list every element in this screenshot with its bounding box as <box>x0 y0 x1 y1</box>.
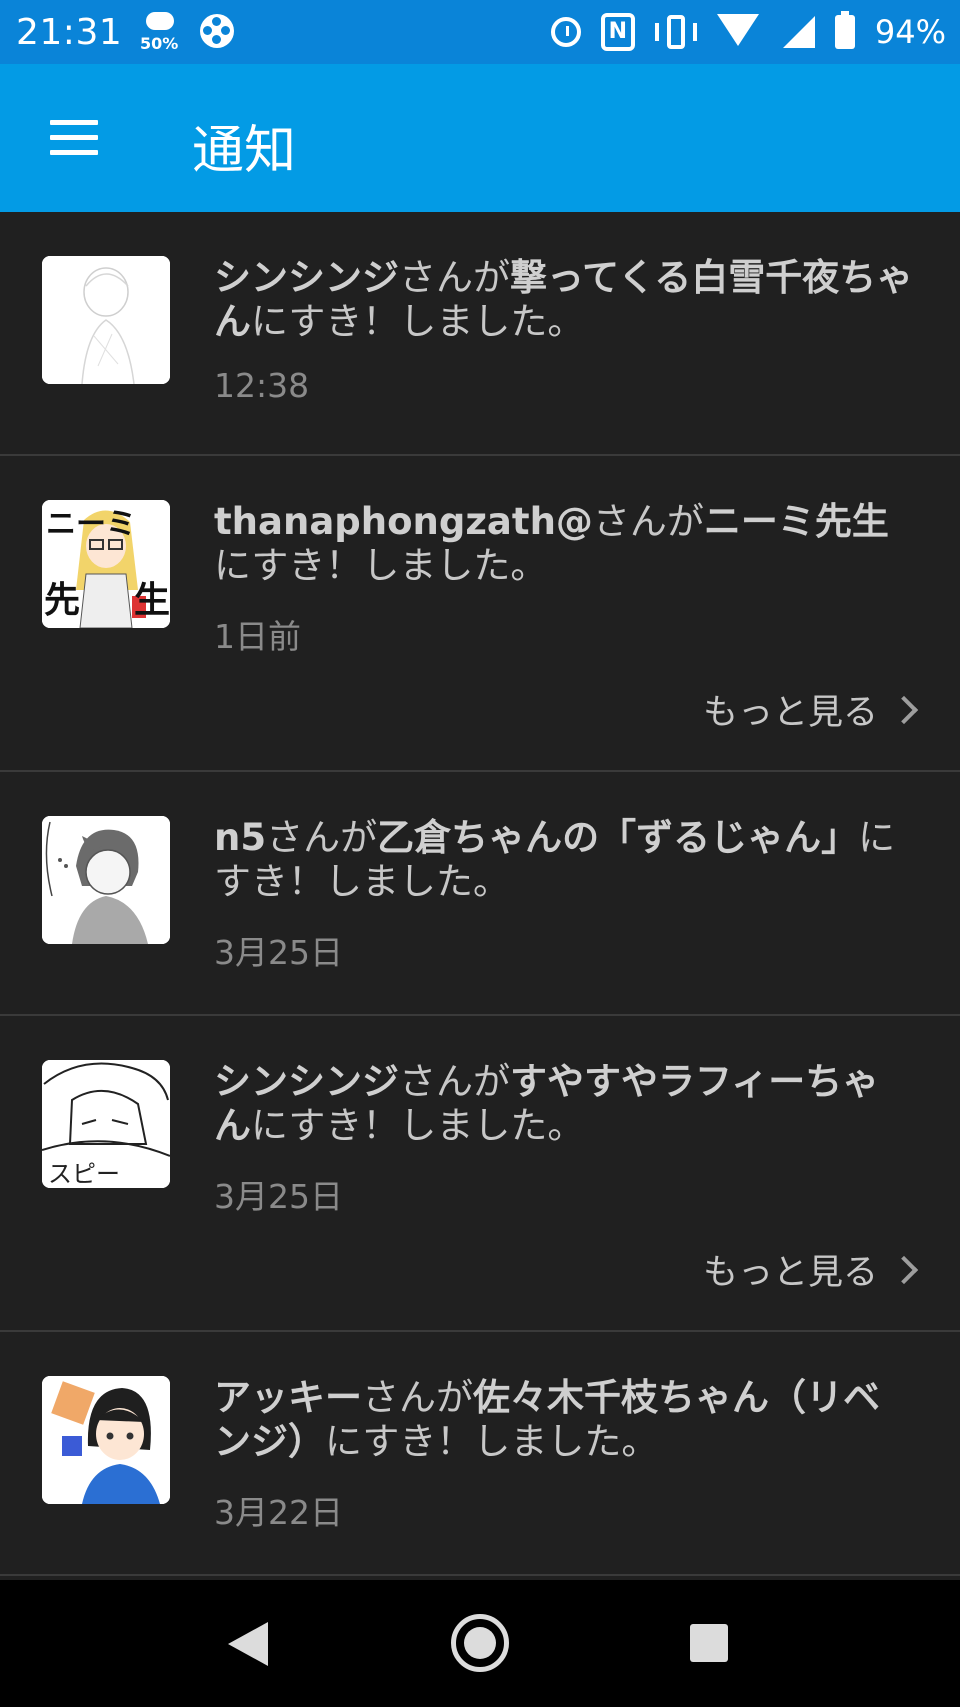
notification-message: n5さんが乙倉ちゃんの「ずるじゃん」にすき！しました。 <box>214 816 914 904</box>
notification-time: 1日前 <box>214 617 301 656</box>
chevron-right-icon <box>889 1255 919 1284</box>
see-more-label: もっと見る <box>702 693 878 733</box>
artwork-thumbnail[interactable] <box>42 816 170 944</box>
artwork-thumbnail[interactable] <box>42 256 170 384</box>
notification-message: シンシンジさんが撃ってくる白雪千夜ちゃんにすき！しました。 <box>214 256 914 344</box>
chevron-right-icon <box>889 695 919 724</box>
artwork-thumbnail[interactable]: スピー <box>42 1060 170 1188</box>
see-more-label: もっと見る <box>702 1253 878 1293</box>
message-text: さんが <box>399 1060 510 1103</box>
notification-item[interactable]: シンシンジさんが撃ってくる白雪千夜ちゃんにすき！しました。 12:38 <box>0 212 960 456</box>
user-name: n5 <box>214 816 267 859</box>
app-bar: 通知 <box>0 64 960 212</box>
back-icon[interactable] <box>228 1622 268 1666</box>
battery-icon <box>834 11 855 49</box>
message-text: にすき！しました。 <box>251 1104 585 1147</box>
notification-message: thanaphongzath@さんがニーミ先生にすき！しました。 <box>214 500 914 588</box>
page-title: 通知 <box>192 121 297 181</box>
thumb-text: 先 <box>44 580 80 621</box>
work-title: 乙倉ちゃんの「ずるじゃん」 <box>377 816 859 859</box>
see-more-button[interactable]: もっと見る <box>703 684 920 735</box>
notification-item[interactable]: ニーミ 先 生 thanaphongzath@さんがニーミ先生にすき！しました。… <box>0 456 960 772</box>
user-name: シンシンジ <box>214 256 399 299</box>
vibrate-icon <box>654 15 697 49</box>
weather-icon: 50% <box>140 8 180 56</box>
message-text: にすき！しました。 <box>325 1420 659 1463</box>
notification-time: 3月22日 <box>214 1493 343 1532</box>
user-name: アッキー <box>214 1376 362 1419</box>
recent-apps-icon[interactable] <box>690 1624 728 1662</box>
notification-list: シンシンジさんが撃ってくる白雪千夜ちゃんにすき！しました。 12:38 ニーミ … <box>0 212 960 1576</box>
message-text: さんが <box>266 816 378 859</box>
signal-icon <box>782 16 815 48</box>
weather-percent: 50% <box>140 34 179 53</box>
battery-percent: 94% <box>874 13 946 51</box>
message-text: にすき！しました。 <box>251 300 585 343</box>
film-reel-icon <box>200 14 234 48</box>
notification-message: アッキーさんが佐々木千枝ちゃん（リベンジ）にすき！しました。 <box>214 1376 914 1464</box>
user-name: シンシンジ <box>214 1060 399 1103</box>
thumb-text: 生 <box>134 580 170 621</box>
status-time: 21:31 <box>16 12 123 53</box>
artwork-thumbnail[interactable] <box>42 1376 170 1504</box>
see-more-button[interactable]: もっと見る <box>703 1244 920 1295</box>
notification-message: シンシンジさんがすやすやラフィーちゃんにすき！しました。 <box>214 1060 914 1148</box>
status-bar: 21:31 50% N 94% <box>0 0 960 64</box>
wifi-icon <box>716 14 763 50</box>
notification-item[interactable]: スピー シンシンジさんがすやすやラフィーちゃんにすき！しました。 3月25日 も… <box>0 1016 960 1332</box>
notification-time: 3月25日 <box>214 933 343 972</box>
thumb-text: スピー <box>48 1160 120 1188</box>
alarm-icon <box>550 17 581 47</box>
message-text: さんが <box>399 256 510 299</box>
notification-time: 3月25日 <box>214 1177 343 1216</box>
artwork-thumbnail[interactable]: ニーミ 先 生 <box>42 500 170 628</box>
work-title: ニーミ先生 <box>703 500 889 543</box>
message-text: さんが <box>362 1376 473 1419</box>
home-icon[interactable] <box>451 1614 509 1672</box>
menu-icon[interactable] <box>50 120 98 156</box>
notification-item[interactable]: n5さんが乙倉ちゃんの「ずるじゃん」にすき！しました。 3月25日 <box>0 772 960 1016</box>
user-name: thanaphongzath@ <box>214 500 593 543</box>
thumb-text: ニーミ <box>46 507 136 542</box>
notification-time: 12:38 <box>214 366 310 405</box>
notification-item[interactable]: アッキーさんが佐々木千枝ちゃん（リベンジ）にすき！しました。 3月22日 <box>0 1332 960 1576</box>
navigation-bar <box>0 1580 960 1707</box>
message-text: さんが <box>592 500 704 543</box>
message-text: にすき！しました。 <box>214 544 548 587</box>
nfc-icon: N <box>600 13 635 51</box>
